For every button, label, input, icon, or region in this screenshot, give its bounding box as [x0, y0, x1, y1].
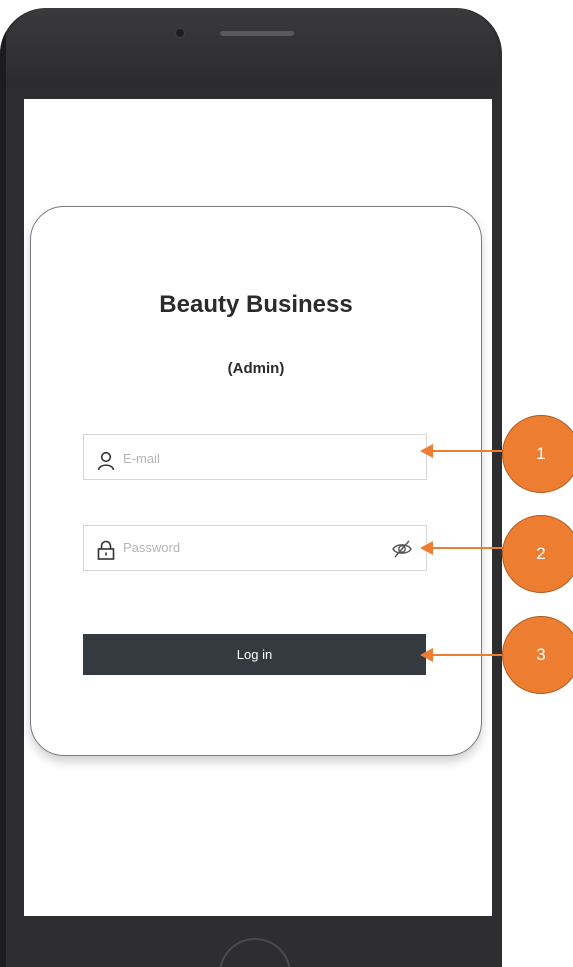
app-subtitle: (Admin) — [227, 360, 285, 377]
annotation-marker-2: 2 — [502, 515, 573, 593]
password-placeholder: Password — [123, 540, 181, 555]
email-field[interactable]: E-mail — [83, 434, 427, 480]
password-field[interactable]: Password — [83, 525, 427, 571]
email-placeholder: E-mail — [123, 451, 160, 466]
speaker-icon — [220, 31, 294, 36]
home-button[interactable] — [219, 938, 291, 967]
lock-icon — [97, 540, 115, 560]
camera-icon — [175, 28, 185, 38]
login-button[interactable]: Log in — [83, 634, 426, 675]
annotation-label-1: 1 — [536, 444, 546, 463]
phone-edge — [0, 8, 6, 967]
user-icon — [97, 451, 115, 471]
annotation-label-2: 2 — [536, 544, 546, 563]
arrow-3-line — [430, 654, 504, 656]
annotation-marker-3: 3 — [502, 616, 573, 694]
arrow-1-line — [430, 450, 504, 452]
phone-bezel — [4, 8, 498, 88]
app-title: Beauty Business — [159, 291, 353, 318]
arrow-2-line — [430, 547, 504, 549]
annotation-label-3: 3 — [536, 645, 546, 664]
stage: Beauty Business (Admin) E-mail Password … — [0, 0, 573, 967]
annotation-marker-1: 1 — [502, 415, 573, 493]
eye-slash-icon[interactable] — [391, 539, 413, 559]
